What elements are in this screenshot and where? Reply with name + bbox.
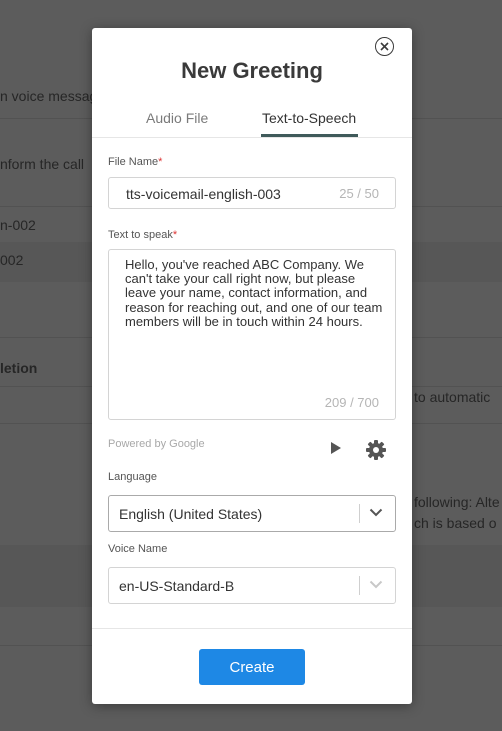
tab-audio-file[interactable]: Audio File: [146, 110, 208, 126]
text-to-speak-counter: 209 / 700: [324, 395, 379, 410]
footer-divider: [92, 628, 412, 629]
text-to-speak-textarea[interactable]: Hello, you've reached ABC Company. We ca…: [108, 249, 396, 420]
text-to-speak-value: Hello, you've reached ABC Company. We ca…: [125, 257, 383, 329]
chevron-down-icon: [369, 580, 383, 589]
voice-name-label: Voice Name: [108, 543, 168, 555]
file-name-counter: 25 / 50: [339, 186, 379, 201]
close-button[interactable]: [375, 37, 394, 56]
play-button[interactable]: [330, 441, 342, 460]
required-mark: *: [158, 156, 163, 168]
chevron-down-icon: [369, 508, 383, 517]
file-name-value: tts-voicemail-english-003: [126, 186, 281, 202]
play-icon: [331, 442, 341, 454]
active-tab-indicator: [261, 134, 358, 137]
background-text: n-002: [0, 217, 36, 233]
background-text: n voice messag: [0, 88, 98, 104]
powered-by-google: Powered by Google: [108, 438, 205, 450]
select-divider: [359, 504, 360, 523]
background-text: to automatic: [414, 389, 491, 405]
background-text: nform the call: [0, 156, 85, 172]
create-button[interactable]: Create: [199, 649, 305, 685]
close-icon: [380, 42, 389, 51]
tab-bar: Audio File Text-to-Speech: [92, 110, 412, 138]
modal-title: New Greeting: [181, 58, 323, 83]
language-select[interactable]: English (United States): [108, 495, 396, 532]
file-name-input[interactable]: tts-voicemail-english-003 25 / 50: [108, 177, 396, 209]
select-divider: [359, 576, 360, 595]
tab-text-to-speech[interactable]: Text-to-Speech: [262, 110, 356, 126]
background-text: 002: [0, 252, 24, 268]
language-label: Language: [108, 471, 157, 483]
language-value: English (United States): [119, 506, 263, 522]
voice-name-select[interactable]: en-US-Standard-B: [108, 567, 396, 604]
gear-icon: [366, 440, 386, 460]
voice-name-value: en-US-Standard-B: [119, 578, 235, 594]
new-greeting-modal: New Greeting Audio File Text-to-Speech F…: [92, 28, 412, 704]
background-column-header: letion: [0, 360, 38, 376]
file-name-label: File Name*: [108, 156, 163, 168]
background-text: following: Alte: [414, 494, 500, 510]
text-to-speak-label: Text to speak*: [108, 229, 178, 241]
voice-settings-button[interactable]: [365, 439, 387, 466]
required-mark: *: [172, 229, 178, 241]
background-text: ch is based o: [414, 515, 497, 531]
